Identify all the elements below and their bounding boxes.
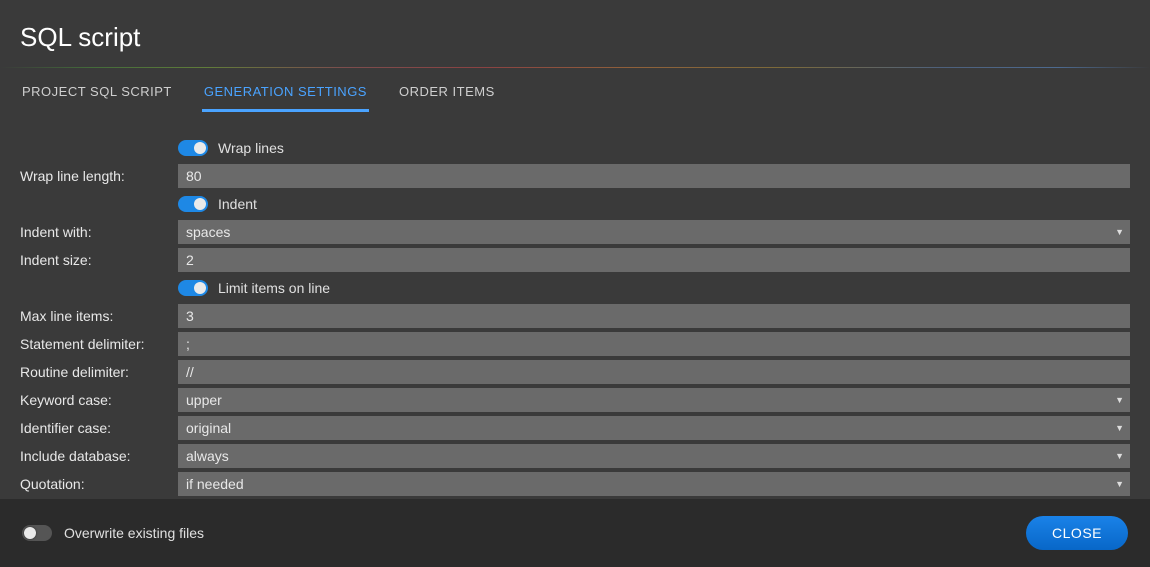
indent-toggle[interactable] xyxy=(178,196,208,212)
settings-panel: Wrap lines Wrap line length: Indent Inde… xyxy=(0,113,1150,499)
routine-delimiter-label: Routine delimiter: xyxy=(20,362,178,382)
overwrite-files-label: Overwrite existing files xyxy=(64,525,204,541)
wrap-line-length-label: Wrap line length: xyxy=(20,166,178,186)
sql-script-dialog: SQL script PROJECT SQL SCRIPT GENERATION… xyxy=(0,0,1150,567)
keyword-case-label: Keyword case: xyxy=(20,390,178,410)
header-divider xyxy=(0,67,1150,68)
max-line-items-input[interactable] xyxy=(178,304,1130,328)
indent-with-label: Indent with: xyxy=(20,222,178,242)
identifier-case-select[interactable] xyxy=(178,416,1130,440)
overwrite-files-toggle[interactable] xyxy=(22,525,52,541)
indent-size-label: Indent size: xyxy=(20,250,178,270)
dialog-title: SQL script xyxy=(20,22,1130,53)
max-line-items-label: Max line items: xyxy=(20,306,178,326)
tab-bar: PROJECT SQL SCRIPT GENERATION SETTINGS O… xyxy=(0,68,1150,113)
indent-size-input[interactable] xyxy=(178,248,1130,272)
routine-delimiter-input[interactable] xyxy=(178,360,1130,384)
include-database-label: Include database: xyxy=(20,446,178,466)
indent-label: Indent xyxy=(218,196,257,212)
identifier-case-label: Identifier case: xyxy=(20,418,178,438)
include-database-select[interactable] xyxy=(178,444,1130,468)
tab-order-items[interactable]: ORDER ITEMS xyxy=(397,80,497,112)
keyword-case-select[interactable] xyxy=(178,388,1130,412)
dialog-header: SQL script xyxy=(0,0,1150,67)
limit-items-toggle[interactable] xyxy=(178,280,208,296)
wrap-lines-toggle[interactable] xyxy=(178,140,208,156)
indent-with-select[interactable] xyxy=(178,220,1130,244)
dialog-footer: Overwrite existing files CLOSE xyxy=(0,499,1150,567)
limit-items-label: Limit items on line xyxy=(218,280,330,296)
tab-project-sql-script[interactable]: PROJECT SQL SCRIPT xyxy=(20,80,174,112)
statement-delimiter-input[interactable] xyxy=(178,332,1130,356)
tab-generation-settings[interactable]: GENERATION SETTINGS xyxy=(202,80,369,112)
wrap-line-length-input[interactable] xyxy=(178,164,1130,188)
close-button[interactable]: CLOSE xyxy=(1026,516,1128,550)
statement-delimiter-label: Statement delimiter: xyxy=(20,334,178,354)
quotation-label: Quotation: xyxy=(20,474,178,494)
quotation-select[interactable] xyxy=(178,472,1130,496)
wrap-lines-label: Wrap lines xyxy=(218,140,284,156)
